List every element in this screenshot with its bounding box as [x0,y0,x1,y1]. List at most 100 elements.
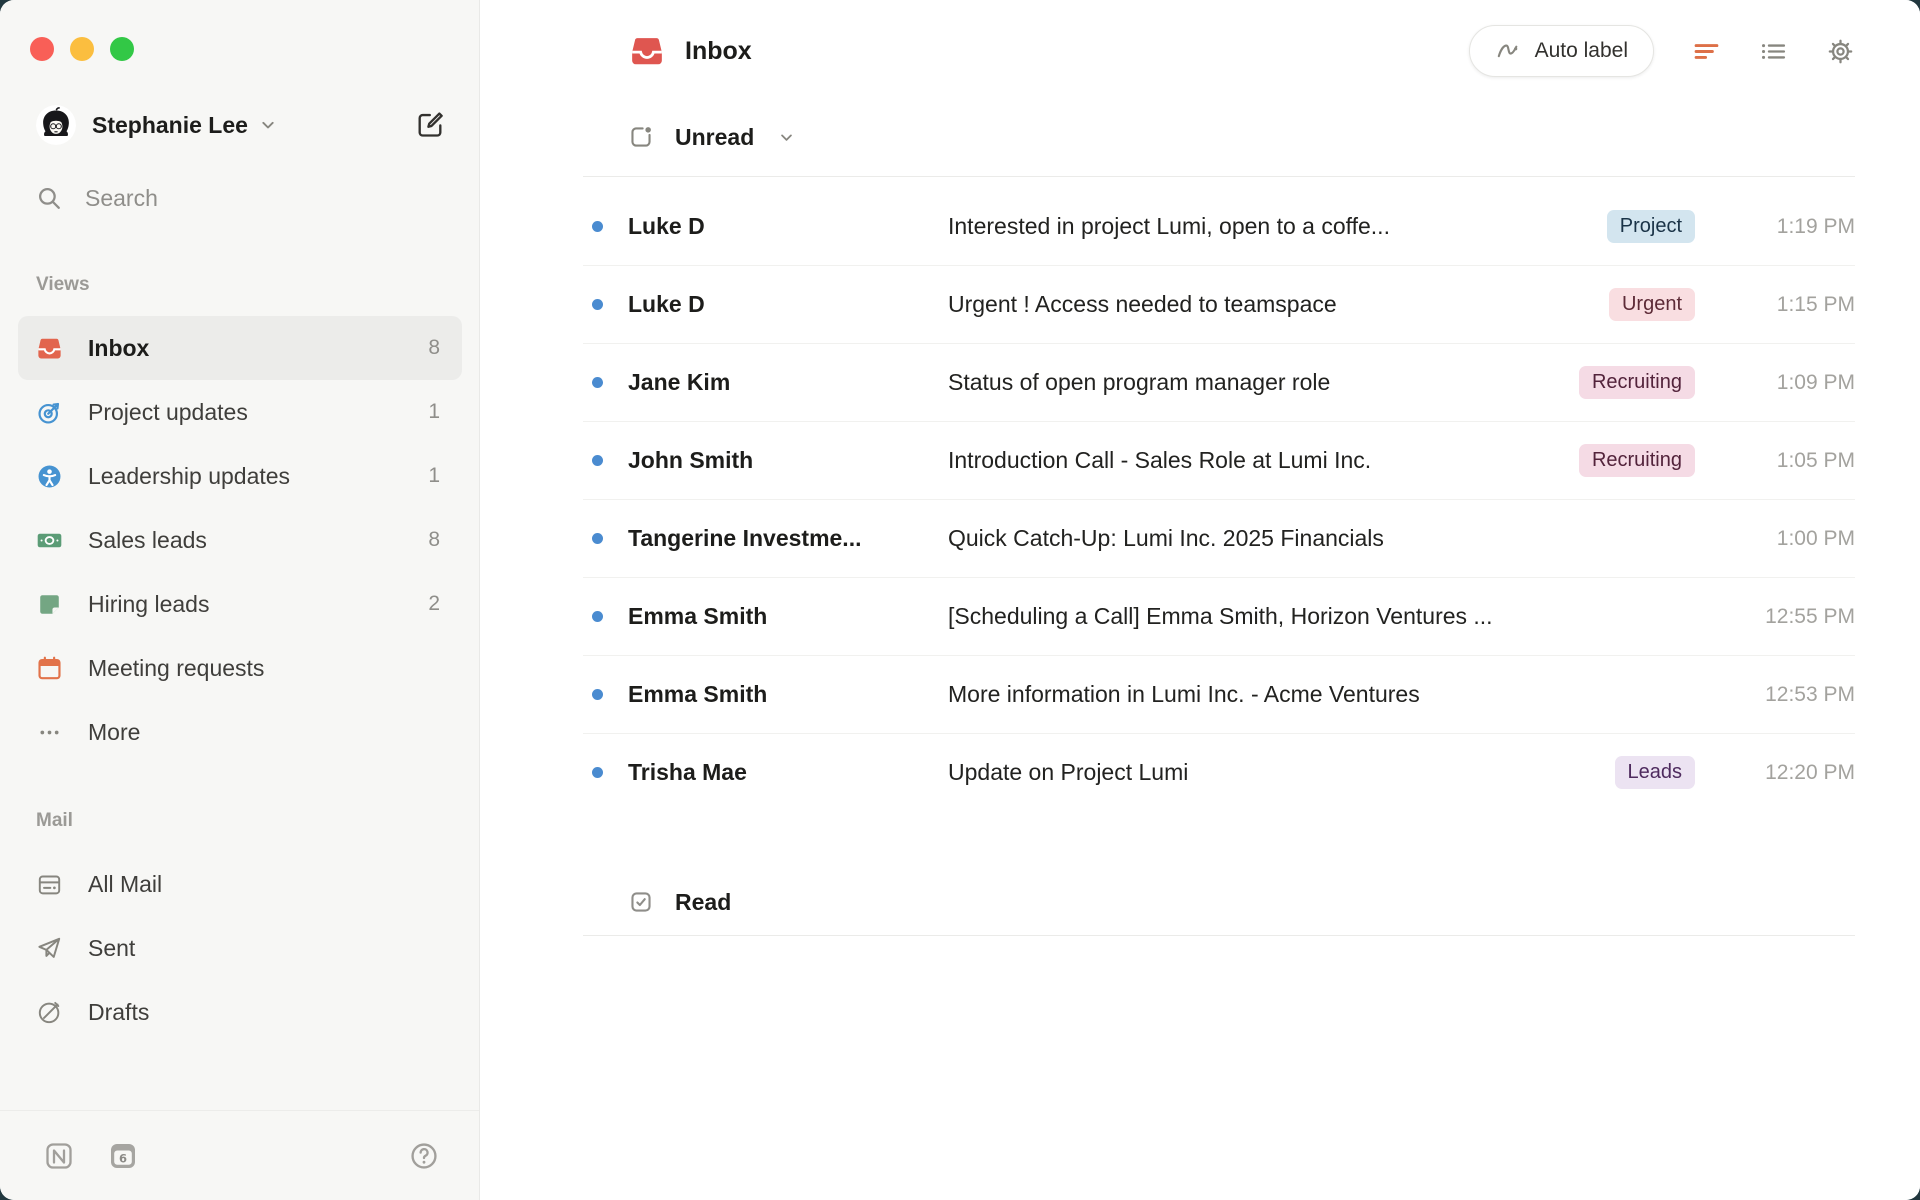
email-time: 1:19 PM [1715,215,1855,239]
mail-nav: All Mail Sent Drafts [0,852,479,1044]
email-sender: Luke D [628,291,948,318]
minimize-button[interactable] [70,37,94,61]
unread-icon [628,124,654,150]
read-group-header[interactable]: Read [583,885,1855,919]
email-subject: More information in Lumi Inc. - Acme Ven… [948,681,1695,708]
email-subject: Introduction Call - Sales Role at Lumi I… [948,447,1563,474]
filter-button[interactable] [1692,37,1721,66]
page-title: Inbox [685,37,752,66]
sidebar-item-sales-leads[interactable]: Sales leads 8 [18,508,462,572]
note-icon [36,591,63,618]
zoom-button[interactable] [110,37,134,61]
main-header: Inbox Auto label [583,0,1855,79]
read-group-label: Read [675,889,731,916]
email-row[interactable]: Luke D Urgent ! Access needed to teamspa… [583,266,1855,344]
inbox-icon [36,335,63,362]
unread-group-label: Unread [675,124,754,151]
notion-logo-icon[interactable] [43,1140,75,1172]
email-time: 1:00 PM [1715,527,1855,551]
sidebar-item-label: Sent [88,935,135,962]
sidebar-item-label: Sales leads [88,527,207,554]
sidebar-item-label: All Mail [88,871,162,898]
email-row[interactable]: Tangerine Investme... Quick Catch-Up: Lu… [583,500,1855,578]
sidebar-item-more[interactable]: More [18,700,462,764]
account-switcher[interactable]: Stephanie Lee [0,105,479,145]
sidebar-item-project-updates[interactable]: Project updates 1 [18,380,462,444]
app-window: Stephanie Lee Search Views Inbox 8 Proje… [0,0,1920,1200]
paper-plane-icon [36,935,63,962]
draft-icon [36,999,63,1026]
unread-dot [592,299,603,310]
sidebar-item-label: Inbox [88,335,149,362]
sidebar-item-label: Leadership updates [88,463,290,490]
unread-dot [592,767,603,778]
sidebar-item-count: 8 [428,336,440,360]
compose-button[interactable] [415,110,445,140]
traffic-lights [0,0,479,61]
auto-label-button[interactable]: Auto label [1469,25,1654,77]
email-row[interactable]: Emma Smith [Scheduling a Call] Emma Smit… [583,578,1855,656]
email-label-tag: Recruiting [1579,366,1695,399]
email-sender: John Smith [628,447,948,474]
sidebar-item-drafts[interactable]: Drafts [18,980,462,1044]
calendar-icon [36,655,63,682]
divider [583,935,1855,936]
person-circle-icon [36,463,63,490]
close-button[interactable] [30,37,54,61]
email-row[interactable]: John Smith Introduction Call - Sales Rol… [583,422,1855,500]
email-time: 1:15 PM [1715,293,1855,317]
help-button[interactable] [409,1141,439,1171]
sidebar-item-label: Hiring leads [88,591,209,618]
mail-section-title: Mail [0,810,479,832]
banknote-icon [36,527,63,554]
sidebar-item-label: Meeting requests [88,655,264,682]
search-input[interactable]: Search [0,185,479,212]
views-nav: Inbox 8 Project updates 1 Leadership upd… [0,316,479,764]
email-subject: Urgent ! Access needed to teamspace [948,291,1593,318]
email-time: 1:09 PM [1715,371,1855,395]
main-panel: Inbox Auto label Unread Luke D Intereste… [480,0,1920,1200]
target-icon [36,399,63,426]
unread-dot [592,377,603,388]
search-icon [36,185,63,212]
email-row[interactable]: Emma Smith More information in Lumi Inc.… [583,656,1855,734]
email-row[interactable]: Trisha Mae Update on Project Lumi Leads … [583,734,1855,811]
email-label-tag: Project [1607,210,1695,243]
ellipsis-icon [36,719,63,746]
email-label-tag: Urgent [1609,288,1695,321]
chevron-down-icon [777,128,796,147]
sidebar-item-all-mail[interactable]: All Mail [18,852,462,916]
email-time: 12:53 PM [1715,683,1855,707]
sidebar-item-meeting-requests[interactable]: Meeting requests [18,636,462,700]
list-view-button[interactable] [1759,37,1788,66]
sidebar-item-inbox[interactable]: Inbox 8 [18,316,462,380]
email-subject: Update on Project Lumi [948,759,1599,786]
email-label-tag: Leads [1615,756,1696,789]
email-sender: Tangerine Investme... [628,525,948,552]
settings-button[interactable] [1826,37,1855,66]
sidebar-item-hiring-leads[interactable]: Hiring leads 2 [18,572,462,636]
email-subject: Status of open program manager role [948,369,1563,396]
sidebar-item-count: 2 [428,592,440,616]
email-list: Luke D Interested in project Lumi, open … [583,177,1855,811]
sidebar-item-leadership-updates[interactable]: Leadership updates 1 [18,444,462,508]
sidebar: Stephanie Lee Search Views Inbox 8 Proje… [0,0,480,1200]
email-label-tag: Recruiting [1579,444,1695,477]
views-section-title: Views [0,274,479,296]
email-row[interactable]: Jane Kim Status of open program manager … [583,344,1855,422]
email-row[interactable]: Luke D Interested in project Lumi, open … [583,188,1855,266]
email-sender: Emma Smith [628,603,948,630]
chevron-down-icon [258,115,278,135]
avatar [36,105,76,145]
search-placeholder: Search [85,185,158,212]
sidebar-item-count: 1 [428,464,440,488]
unread-dot [592,455,603,466]
email-sender: Emma Smith [628,681,948,708]
unread-group-header[interactable]: Unread [583,120,1855,154]
sidebar-item-label: Project updates [88,399,248,426]
sidebar-item-sent[interactable]: Sent [18,916,462,980]
calendar-app-icon[interactable]: 6 [107,1140,139,1172]
sidebar-item-label: More [88,719,140,746]
unread-dot [592,611,603,622]
unread-dot [592,533,603,544]
